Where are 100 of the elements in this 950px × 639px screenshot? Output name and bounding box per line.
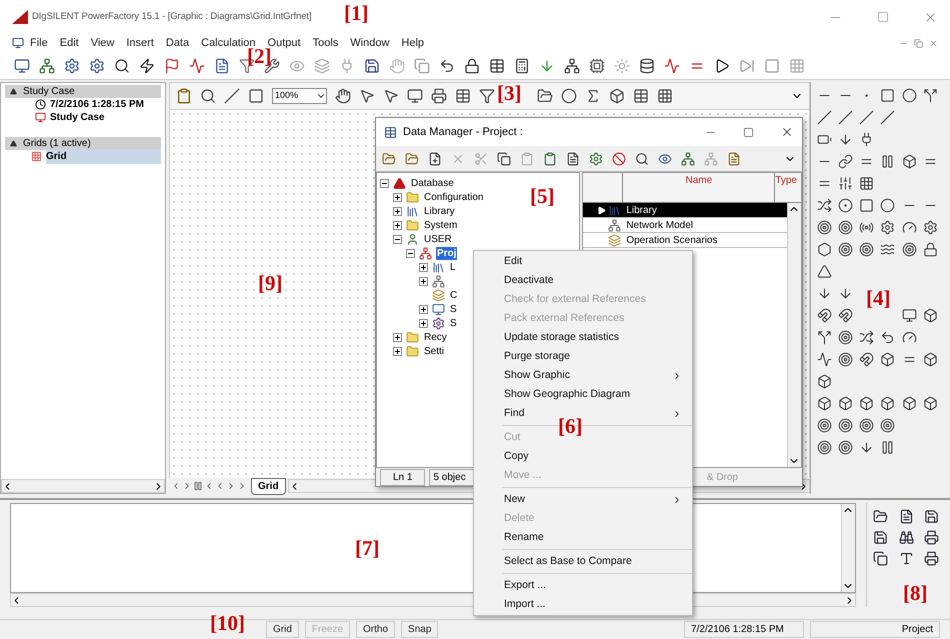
hand-icon[interactable]	[335, 88, 351, 104]
square-icon[interactable]	[859, 198, 874, 213]
network-icon[interactable]	[564, 58, 580, 74]
menu-item[interactable]: Help	[401, 34, 424, 52]
symbol-icon[interactable]	[838, 330, 854, 345]
symbol-icon[interactable]	[838, 308, 854, 323]
tree-item[interactable]: C	[449, 288, 458, 302]
menu-item[interactable]: Update storage statistics	[474, 328, 692, 347]
symbol-icon[interactable]	[817, 308, 832, 323]
tree-item[interactable]: L	[449, 260, 457, 274]
stop-icon[interactable]	[764, 58, 780, 74]
folder-open-icon[interactable]	[873, 509, 888, 524]
symbol-icon[interactable]	[922, 308, 938, 323]
printer-icon[interactable]	[924, 551, 940, 566]
expand-toggle[interactable]	[393, 220, 402, 230]
symbol-icon[interactable]	[817, 242, 832, 257]
symbol-icon[interactable]	[922, 242, 938, 257]
save-icon[interactable]	[924, 509, 940, 524]
monitor-icon[interactable]	[407, 88, 423, 104]
gear-icon[interactable]	[589, 152, 603, 166]
maximize-icon[interactable]	[743, 126, 754, 138]
gear-icon[interactable]	[64, 58, 80, 74]
symbol-icon[interactable]	[838, 286, 854, 301]
symbol-icon[interactable]	[859, 396, 874, 411]
network-icon[interactable]	[39, 58, 55, 74]
new-file-icon[interactable]	[428, 152, 442, 166]
restore-icon[interactable]	[914, 38, 923, 48]
tree-item[interactable]: System	[423, 218, 458, 232]
tree-item[interactable]: Library	[423, 204, 456, 218]
menu-item[interactable]: Purge storage	[474, 347, 692, 366]
symbol-icon[interactable]	[880, 242, 896, 257]
expand-toggle[interactable]	[419, 276, 428, 286]
expand-toggle[interactable]	[419, 262, 428, 272]
folder-open-icon[interactable]	[537, 88, 553, 104]
symbol-icon[interactable]	[859, 352, 874, 367]
menu-item[interactable]: Deactivate	[474, 271, 692, 290]
symbol-icon[interactable]	[817, 330, 832, 345]
column-header[interactable]: Name	[623, 173, 776, 202]
zoom-dropdown[interactable]: 100%	[272, 88, 327, 104]
copy-icon[interactable]	[873, 551, 888, 566]
tree-item[interactable]: Recy	[423, 330, 448, 344]
symbol-icon[interactable]	[902, 220, 917, 235]
symbol-icon[interactable]	[859, 220, 874, 235]
symbol-icon[interactable]	[880, 330, 896, 345]
table-row[interactable]: Network Model	[583, 218, 787, 233]
symbol-icon[interactable]	[817, 264, 832, 279]
symbol-icon[interactable]	[838, 154, 854, 169]
font-icon[interactable]	[898, 551, 914, 566]
collapse-icon[interactable]	[10, 88, 17, 95]
lightning-icon[interactable]	[139, 58, 155, 74]
symbol-icon[interactable]	[817, 198, 832, 213]
expand-toggle[interactable]	[393, 234, 402, 244]
expand-toggle[interactable]	[393, 192, 402, 202]
expand-toggle[interactable]	[380, 178, 389, 188]
sheet-tab[interactable]: Grid	[251, 478, 286, 494]
expand-toggle[interactable]	[393, 332, 402, 342]
table-row[interactable]: Operation Scenarios	[583, 233, 787, 248]
calculator-icon[interactable]	[514, 58, 530, 74]
tree-item[interactable]: Database	[410, 176, 455, 190]
symbol-icon[interactable]	[838, 440, 854, 455]
menu-item[interactable]: Import ...	[474, 595, 692, 614]
search-icon[interactable]	[114, 58, 130, 74]
printer-icon[interactable]	[924, 530, 940, 545]
expand-toggle[interactable]	[393, 206, 402, 216]
menu-item[interactable]: Tools	[312, 34, 338, 52]
printer-icon[interactable]	[431, 88, 447, 104]
symbol-icon[interactable]	[902, 396, 917, 411]
symbol-icon[interactable]	[880, 220, 896, 235]
symbol-icon[interactable]	[817, 352, 832, 367]
symbol-icon[interactable]	[838, 352, 854, 367]
square-icon[interactable]	[880, 88, 896, 103]
symbol-icon[interactable]	[838, 396, 854, 411]
play-icon[interactable]	[714, 58, 730, 74]
symbol-icon[interactable]	[838, 198, 854, 213]
collapse-icon[interactable]	[10, 140, 17, 147]
symbol-icon[interactable]	[902, 308, 917, 323]
vertical-scrollbar[interactable]	[841, 504, 855, 592]
symbol-icon[interactable]	[859, 418, 874, 433]
table-icon[interactable]	[455, 88, 471, 104]
box-icon[interactable]	[609, 88, 625, 104]
study-case-name[interactable]: Study Case	[50, 110, 104, 125]
symbol-icon[interactable]	[902, 154, 917, 169]
filter-icon[interactable]	[479, 88, 495, 104]
symbol-icon[interactable]	[817, 286, 832, 301]
document-icon[interactable]	[214, 58, 230, 74]
page-icon[interactable]	[248, 88, 264, 104]
search-icon[interactable]	[200, 88, 216, 104]
flag-icon[interactable]	[164, 58, 180, 74]
copy-icon[interactable]	[497, 152, 511, 166]
symbol-icon[interactable]	[838, 110, 854, 125]
pointer-icon[interactable]	[383, 88, 399, 104]
save-icon[interactable]	[364, 58, 380, 74]
table-icon[interactable]	[489, 58, 505, 74]
undo-icon[interactable]	[439, 58, 455, 74]
symbol-icon[interactable]	[859, 242, 874, 257]
symbol-icon[interactable]	[880, 110, 896, 125]
menu-item[interactable]: Insert	[126, 34, 154, 52]
chip-icon[interactable]	[589, 58, 605, 74]
tree-item[interactable]: S	[449, 316, 458, 330]
symbol-icon[interactable]	[838, 220, 854, 235]
